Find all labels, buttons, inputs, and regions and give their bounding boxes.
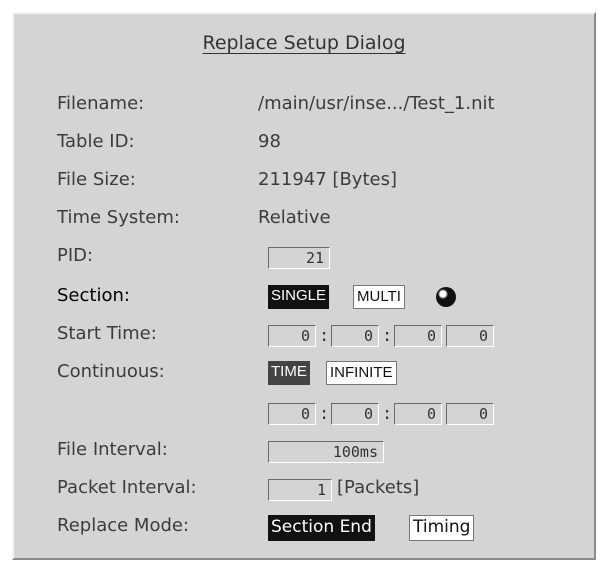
dialog-title: Replace Setup Dialog [202,32,406,54]
time-system-row: Time System: Relative [14,204,594,234]
section-multi-option[interactable]: MULTI [353,285,405,309]
replace-mode-row: Replace Mode: Section End Timing [14,512,594,542]
start-time-hours-input[interactable]: 0 [268,325,316,347]
table-id-row: Table ID: 98 [14,128,594,158]
packet-interval-label: Packet Interval: [57,477,197,498]
pid-input[interactable]: 21 [268,247,330,269]
replace-setup-dialog: Replace Setup Dialog Filename: /main/usr… [12,12,596,560]
filename-value: /main/usr/inse.../Test_1.nit [258,93,495,114]
continuous-time-option[interactable]: TIME [268,361,310,385]
replace-mode-timing-option[interactable]: Timing [409,515,475,541]
file-interval-label: File Interval: [57,439,168,460]
continuous-infinite-option[interactable]: INFINITE [326,361,397,385]
file-size-row: File Size: 211947 [Bytes] [14,166,594,196]
start-time-frames-input[interactable]: 0 [446,325,494,347]
file-size-label: File Size: [57,169,136,190]
start-time-separator: : [382,326,393,346]
continuous-hours-input[interactable]: 0 [268,403,316,425]
continuous-frames-input[interactable]: 0 [446,403,494,425]
continuous-separator: : [382,404,393,424]
continuous-label: Continuous: [57,361,165,382]
section-row: Section: SINGLE MULTI [14,282,594,312]
table-id-label: Table ID: [57,131,135,152]
continuous-separator: : [319,404,330,424]
packet-interval-row: Packet Interval: 1 [Packets] [14,474,594,504]
pid-row: PID: 21 [14,242,594,272]
time-system-label: Time System: [57,207,180,228]
section-knob-icon[interactable] [436,287,456,307]
filename-label: Filename: [57,93,145,114]
file-interval-row: File Interval: 100ms [14,436,594,466]
packet-interval-input[interactable]: 1 [268,479,332,501]
continuous-time-row: 0 : 0 : 0 : 0 [14,398,594,428]
start-time-seconds-input[interactable]: 0 [394,325,442,347]
packet-interval-unit: [Packets] [337,477,420,498]
time-system-value: Relative [258,207,331,228]
table-id-value: 98 [258,131,281,152]
continuous-minutes-input[interactable]: 0 [331,403,379,425]
section-single-option[interactable]: SINGLE [268,285,330,309]
pid-label: PID: [57,245,94,266]
file-interval-input[interactable]: 100ms [268,441,384,463]
replace-mode-section-end-option[interactable]: Section End [268,515,375,541]
section-label: Section: [57,285,130,306]
continuous-seconds-input[interactable]: 0 [394,403,442,425]
replace-mode-label: Replace Mode: [57,515,190,536]
continuous-row: Continuous: TIME INFINITE [14,358,594,388]
file-size-value: 211947 [Bytes] [258,169,397,190]
start-time-separator: : [319,326,330,346]
start-time-minutes-input[interactable]: 0 [331,325,379,347]
filename-row: Filename: /main/usr/inse.../Test_1.nit [14,90,594,120]
start-time-label: Start Time: [57,323,157,344]
start-time-row: Start Time: 0 : 0 : 0 : 0 [14,320,594,350]
